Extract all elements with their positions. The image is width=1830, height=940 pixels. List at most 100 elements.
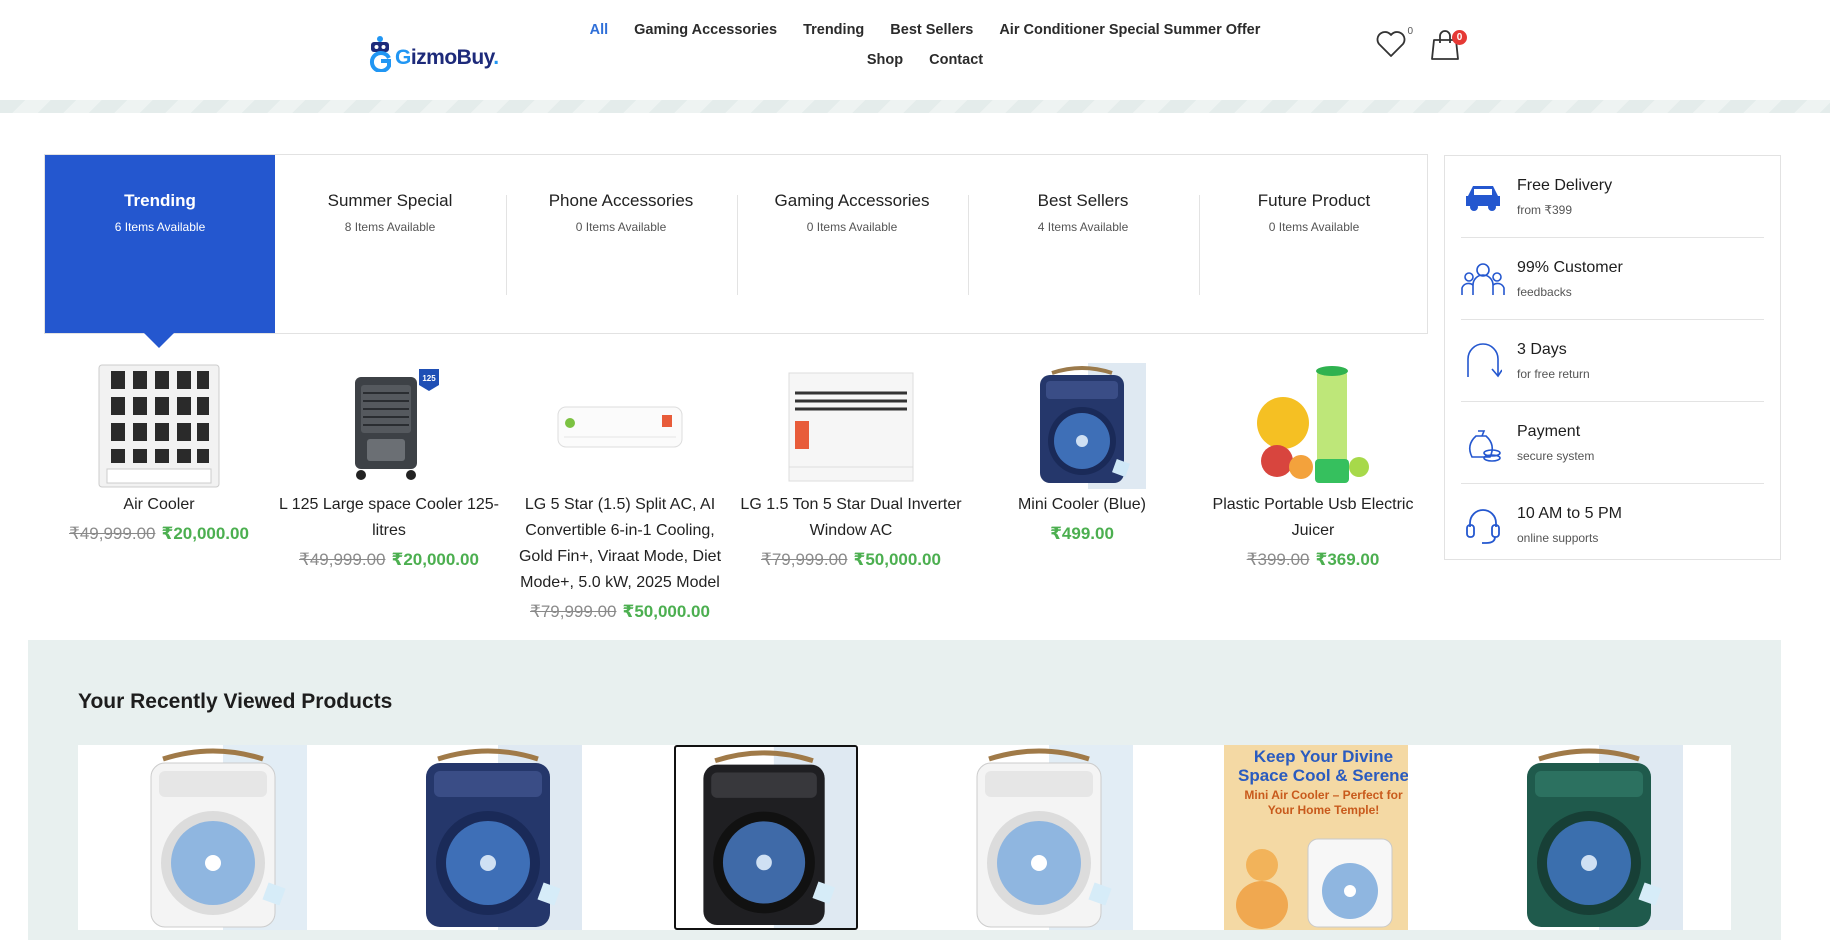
recent-product-black-cooler[interactable] xyxy=(674,745,858,930)
recent-product-white-cooler-2[interactable] xyxy=(949,745,1133,930)
product-name[interactable]: Air Cooler xyxy=(44,492,274,518)
old-price: ₹399.00 xyxy=(1246,550,1310,569)
tab-title: Phone Accessories xyxy=(548,191,694,210)
feature-free-delivery: Free Delivery from ₹399 xyxy=(1461,156,1764,238)
tab-title: Best Sellers xyxy=(1037,191,1129,210)
old-price: ₹79,999.00 xyxy=(530,602,617,621)
wishlist-button[interactable]: 0 xyxy=(1375,26,1413,64)
cart-button[interactable]: 0 xyxy=(1429,28,1467,64)
product-name[interactable]: Plastic Portable Usb Electric Juicer xyxy=(1198,492,1428,544)
wishlist-count: 0 xyxy=(1407,26,1413,37)
active-tab-pointer xyxy=(144,333,174,348)
recent-product-blue-cooler[interactable] xyxy=(398,745,582,930)
sale-price: ₹20,000.00 xyxy=(391,550,479,569)
sale-price: ₹499.00 xyxy=(1050,524,1114,543)
product-name[interactable]: L 125 Large space Cooler 125-litres xyxy=(274,492,504,544)
window-ac-image[interactable] xyxy=(786,362,916,490)
heart-icon xyxy=(1376,31,1406,57)
header-actions: 0 0 xyxy=(1375,26,1467,64)
capacity-badge: 125 xyxy=(422,374,436,383)
recent-product-white-cooler[interactable] xyxy=(123,745,307,930)
product-name[interactable]: LG 5 Star (1.5) Split AC, AI Convertible… xyxy=(505,492,735,596)
feature-subtitle: from ₹399 xyxy=(1517,202,1572,217)
juicer-image[interactable] xyxy=(1248,362,1378,490)
nav-ac-summer-offer[interactable]: Air Conditioner Special Summer Offer xyxy=(986,20,1273,40)
old-price: ₹49,999.00 xyxy=(299,550,386,569)
tab-title: Future Product xyxy=(1257,191,1371,210)
feature-subtitle: for free return xyxy=(1517,366,1590,381)
logo-dot: . xyxy=(493,46,499,69)
tab-summer-special[interactable]: Summer Special 8 Items Available xyxy=(275,155,505,333)
category-tabs: Trending 6 Items Available Summer Specia… xyxy=(44,154,1428,334)
product-price: ₹49,999.00 ₹20,000.00 xyxy=(44,522,274,546)
tab-trending[interactable]: Trending 6 Items Available xyxy=(45,155,275,333)
tab-title: Summer Special xyxy=(327,191,453,210)
large-cooler-image[interactable]: 125 xyxy=(324,362,454,490)
product-price: ₹499.00 xyxy=(967,522,1197,546)
promo-subtitle: Mini Air Cooler – Perfect for Your Home … xyxy=(1244,788,1403,817)
mini-cooler-blue-image[interactable] xyxy=(1017,362,1147,490)
tab-count: 0 Items Available xyxy=(806,220,898,234)
product-card[interactable]: Air Cooler ₹49,999.00 ₹20,000.00 xyxy=(44,362,274,546)
main-nav: All Gaming Accessories Trending Best Sel… xyxy=(555,20,1295,70)
nav-best-sellers[interactable]: Best Sellers xyxy=(877,20,986,40)
product-name[interactable]: Mini Cooler (Blue) xyxy=(967,492,1197,518)
promo-title: Keep Your Divine Space Cool & Serene xyxy=(1237,747,1408,785)
product-card[interactable]: 125 L 125 Large space Cooler 125-litres … xyxy=(274,362,504,572)
sale-price: ₹20,000.00 xyxy=(161,524,249,543)
product-price: ₹49,999.00 ₹20,000.00 xyxy=(274,548,504,572)
product-price: ₹79,999.00 ₹50,000.00 xyxy=(505,600,735,624)
feature-subtitle: feedbacks xyxy=(1517,284,1572,299)
old-price: ₹79,999.00 xyxy=(761,550,848,569)
feature-title: 99% Customer xyxy=(1517,258,1623,276)
feature-free-return: 3 Days for free return xyxy=(1461,320,1764,402)
product-card[interactable]: LG 1.5 Ton 5 Star Dual Inverter Window A… xyxy=(736,362,966,572)
split-ac-image[interactable] xyxy=(555,362,685,490)
nav-trending[interactable]: Trending xyxy=(790,20,877,40)
tab-title: Gaming Accessories xyxy=(774,191,930,210)
nav-gaming-accessories[interactable]: Gaming Accessories xyxy=(621,20,790,40)
tab-count: 0 Items Available xyxy=(575,220,667,234)
tab-best-sellers[interactable]: Best Sellers 4 Items Available xyxy=(968,155,1198,333)
sale-price: ₹369.00 xyxy=(1315,550,1380,569)
product-name[interactable]: LG 1.5 Ton 5 Star Dual Inverter Window A… xyxy=(736,492,966,544)
recent-product-temple-cooler[interactable]: Keep Your Divine Space Cool & Serene Min… xyxy=(1224,745,1408,930)
tab-gaming-accessories[interactable]: Gaming Accessories 0 Items Available xyxy=(737,155,967,333)
tab-count: 8 Items Available xyxy=(344,220,436,234)
feature-title: 3 Days xyxy=(1517,340,1567,358)
decorative-strip xyxy=(0,100,1830,113)
product-card[interactable]: Mini Cooler (Blue) ₹499.00 xyxy=(967,362,1197,546)
nav-shop[interactable]: Shop xyxy=(854,50,916,70)
section-title: Your Recently Viewed Products xyxy=(78,690,393,713)
feature-subtitle: secure system xyxy=(1517,448,1595,463)
recently-viewed-section: Your Recently Viewed Products Keep Your … xyxy=(28,640,1781,940)
return-arrow-icon xyxy=(1461,339,1505,383)
feature-title: 10 AM to 5 PM xyxy=(1517,505,1622,522)
tab-future-product[interactable]: Future Product 0 Items Available xyxy=(1199,155,1429,333)
recent-products-strip: Keep Your Divine Space Cool & Serene Min… xyxy=(78,745,1731,930)
people-icon xyxy=(1461,257,1505,301)
product-price: ₹79,999.00 ₹50,000.00 xyxy=(736,548,966,572)
tab-count: 0 Items Available xyxy=(1268,220,1360,234)
tab-count: 6 Items Available xyxy=(114,220,206,234)
nav-contact[interactable]: Contact xyxy=(916,50,996,70)
recent-product-green-cooler[interactable] xyxy=(1499,745,1683,930)
car-icon xyxy=(1461,175,1505,219)
money-bag-icon xyxy=(1461,421,1505,465)
tab-phone-accessories[interactable]: Phone Accessories 0 Items Available xyxy=(506,155,736,333)
site-logo[interactable]: GizmoBuy. xyxy=(367,26,499,73)
headset-icon xyxy=(1461,503,1505,547)
nav-all[interactable]: All xyxy=(577,20,622,40)
feature-title: Free Delivery xyxy=(1517,176,1613,194)
sale-price: ₹50,000.00 xyxy=(622,602,710,621)
air-cooler-image[interactable] xyxy=(94,362,224,490)
product-card[interactable]: LG 5 Star (1.5) Split AC, AI Convertible… xyxy=(505,362,735,624)
feature-subtitle: online supports xyxy=(1517,531,1599,545)
cart-count: 0 xyxy=(1452,30,1467,45)
product-price: ₹399.00 ₹369.00 xyxy=(1198,548,1428,572)
tab-count: 4 Items Available xyxy=(1037,220,1129,234)
robot-logo-icon xyxy=(367,34,393,73)
product-card[interactable]: Plastic Portable Usb Electric Juicer ₹39… xyxy=(1198,362,1428,572)
old-price: ₹49,999.00 xyxy=(69,524,156,543)
logo-text: izmoBuy xyxy=(410,46,494,69)
